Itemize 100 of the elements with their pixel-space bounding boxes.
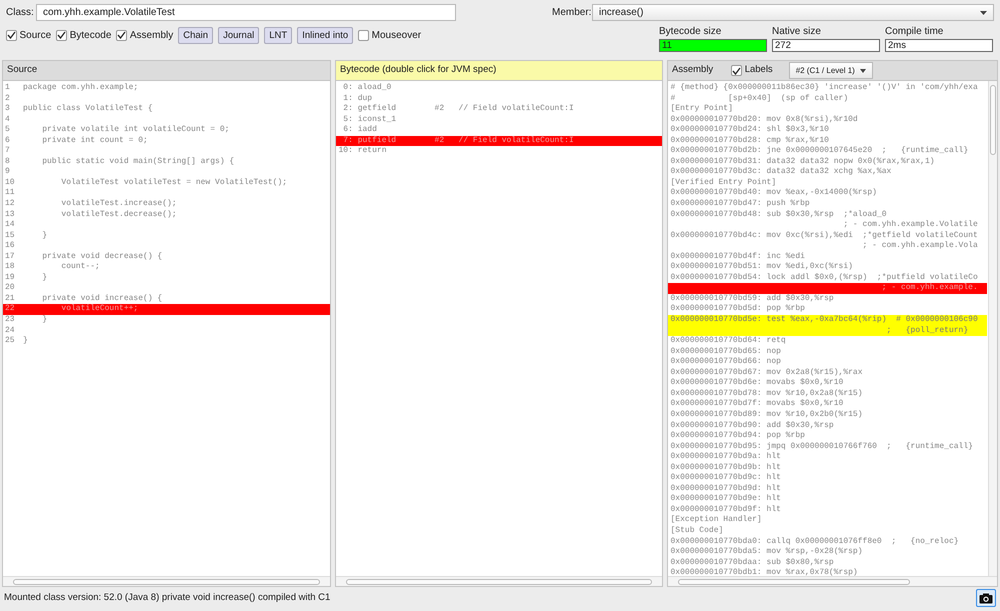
assembly-line: 0x000000010770bd9f: hlt <box>670 504 782 515</box>
line-number: 20 <box>4 283 16 294</box>
bytecode-line[interactable]: 5: iconst_1 <box>336 114 662 126</box>
stat-value: 272 <box>772 38 880 52</box>
line-number: 21 <box>4 294 16 304</box>
code-line: private void increase() { <box>41 294 162 304</box>
line-number: 4 <box>4 114 11 126</box>
assembly-line: 0x000000010770bd94: pop %rbp <box>670 431 806 442</box>
panel-title: Bytecode (double click for JVM spec) <box>340 63 496 78</box>
bytecode-line[interactable]: 2: getfield #2 // Field volatileCount:I <box>336 104 662 115</box>
assembly-line: [Stub Code] <box>670 526 724 537</box>
toolbar-button[interactable]: Journal <box>218 26 260 44</box>
checkbox[interactable] <box>358 30 370 40</box>
horizontal-scrollbar[interactable] <box>3 576 330 586</box>
assembly-line: 0x000000010770bd28: cmp %rax,%r10 <box>670 136 830 146</box>
assembly-line: 0x000000010770bd64: retq <box>670 336 787 347</box>
assembly-line: 0x000000010770bd3c: data32 data32 xchg %ax,%ax <box>670 167 892 178</box>
checkbox-label: Labels <box>744 63 773 78</box>
stat-label: Native size <box>772 24 822 38</box>
status-text: Mounted class version: 52.0 (Java 8) private void increase() compiled with C1 <box>4 590 330 605</box>
code-line: } <box>41 315 48 326</box>
code-line: VolatileTest volatileTest = new VolatileTest(); <box>60 178 288 188</box>
bytecode-line[interactable]: 1: dup <box>336 94 662 104</box>
checkbox-label: Source <box>20 28 52 42</box>
vertical-scrollbar[interactable] <box>988 81 997 576</box>
code-line: } <box>23 336 28 347</box>
assembly-line: 0x000000010770bd65: nop <box>670 346 782 357</box>
horizontal-scrollbar[interactable] <box>336 576 662 586</box>
horizontal-scrollbar[interactable] <box>668 576 997 586</box>
assembly-line: # {method} {0x000000011b86ec30} 'increase' '()V' in 'com/yhh/exa <box>670 83 979 94</box>
line-number: 19 <box>4 272 16 284</box>
line-number: 13 <box>4 210 16 220</box>
assembly-line: 0x000000010770bd20: mov 0x8(%rsi),%r10d <box>670 114 859 125</box>
checkbox[interactable] <box>56 30 68 40</box>
code-line: package com.yhh.example; <box>23 83 138 94</box>
checkbox[interactable] <box>116 30 128 40</box>
level-dropdown[interactable]: #2 (C1 / Level 1) <box>788 62 873 79</box>
code-line: volatileCount++; <box>60 304 138 316</box>
code-line: public static void main(String[] args) { <box>41 156 234 168</box>
assembly-line: 0x000000010770bd67: mov 0x2a8(%r15),%rax <box>670 368 864 378</box>
line-number: 2 <box>4 94 11 104</box>
line-number: 12 <box>4 199 16 210</box>
assembly-line: 0x000000010770bd6e: movabs $0x0,%r10 <box>670 378 844 389</box>
caret-icon <box>980 10 987 14</box>
assembly-line: [Entry Point] <box>670 104 734 115</box>
assembly-line: 0x000000010770bd24: shl $0x3,%r10 <box>670 125 830 136</box>
code-line: private volatile int volatileCount = 0; <box>41 125 230 136</box>
assembly-line: ; - com.yhh.example.Vola <box>862 241 979 252</box>
assembly-line: 0x000000010770bd59: add $0x30,%rsp <box>670 294 835 304</box>
assembly-line: 0x000000010770bd48: sub $0x30,%rsp ;*aload_0 <box>670 210 888 220</box>
assembly-line: 0x000000010770bd47: push %rbp <box>670 199 811 210</box>
toolbar-button[interactable]: LNT <box>264 26 292 44</box>
line-number: 23 <box>4 315 16 326</box>
member-dropdown[interactable]: increase() <box>592 4 994 21</box>
assembly-line: 0x000000010770bd4c: mov 0xc(%rsi),%edi ;*getfield volatileCount <box>670 230 979 241</box>
bytecode-line[interactable]: 6: iadd <box>336 125 662 136</box>
class-label: Class: <box>6 6 35 20</box>
line-number: 24 <box>4 326 16 336</box>
code-line: volatileTest.increase(); <box>60 199 177 210</box>
caret-icon <box>860 68 866 72</box>
checkbox-label: Assembly <box>130 28 174 42</box>
assembly-line: 0x000000010770bda0: callq 0x00000001076ff8e0 ; {no_reloc} <box>670 536 960 547</box>
line-number: 8 <box>4 156 11 168</box>
stat-label: Compile time <box>885 24 944 38</box>
assembly-line: 0x000000010770bd5d: pop %rbp <box>670 304 806 315</box>
line-number: 9 <box>4 167 11 178</box>
assembly-line: 0x000000010770bd9a: hlt <box>670 452 782 463</box>
line-number: 10 <box>4 178 16 188</box>
assembly-line: 0x000000010770bdb1: mov %rax,0x78(%rsp) <box>670 568 859 576</box>
assembly-line: # [sp+0x40] (sp of caller) <box>670 94 850 104</box>
code-line: count--; <box>60 262 100 273</box>
assembly-line: 0x000000010770bd9d: hlt <box>670 484 782 494</box>
assembly-line: [Exception Handler] <box>670 515 763 526</box>
class-field[interactable]: com.yhh.example.VolatileTest <box>36 4 456 21</box>
stat-label: Bytecode size <box>659 24 722 38</box>
camera-icon[interactable] <box>976 589 996 607</box>
checkbox[interactable] <box>731 65 742 76</box>
bytecode-line[interactable]: 0: aload_0 <box>336 83 662 94</box>
code-line: private void decrease() { <box>41 252 162 262</box>
toolbar-button[interactable]: Chain <box>178 26 214 44</box>
assembly-line: 0x000000010770bd89: mov %r10,0x2b0(%r15) <box>670 410 864 420</box>
assembly-line: 0x000000010770bd66: nop <box>670 357 782 368</box>
assembly-line: 0x000000010770bda5: mov %rsp,-0x28(%rsp) <box>670 547 864 558</box>
checkbox[interactable] <box>6 30 17 40</box>
assembly-line: 0x000000010770bd95: jmpq 0x000000010766f760 ; {runtime_call} <box>670 442 974 452</box>
stat-value: 11 <box>659 38 767 52</box>
bytecode-line[interactable]: 10: return <box>336 146 662 157</box>
toolbar-button[interactable]: Inlined into <box>297 26 354 44</box>
assembly-line: 0x000000010770bd54: lock addl $0x0,(%rsp) ;*putfield volatileCo <box>670 272 979 283</box>
assembly-line: ; - com.yhh.example.Volatile <box>842 220 979 231</box>
line-number: 22 <box>4 304 16 316</box>
line-number: 15 <box>4 230 16 242</box>
line-number: 14 <box>4 220 16 231</box>
line-number: 11 <box>4 188 16 200</box>
code-line: public class VolatileTest { <box>23 104 153 115</box>
assembly-line: 0x000000010770bd40: mov %eax,-0x14000(%rsp) <box>670 188 878 199</box>
code-line: } <box>41 230 48 242</box>
assembly-line: 0x000000010770bd2b: jne 0x0000000107645e20 ; {runtime_call} <box>670 146 970 157</box>
assembly-line: 0x000000010770bd31: data32 data32 nopw 0x0(%rax,%rax,1) <box>670 156 936 167</box>
assembly-line: 0x000000010770bd78: mov %r10,0x2a8(%r15) <box>670 388 864 399</box>
